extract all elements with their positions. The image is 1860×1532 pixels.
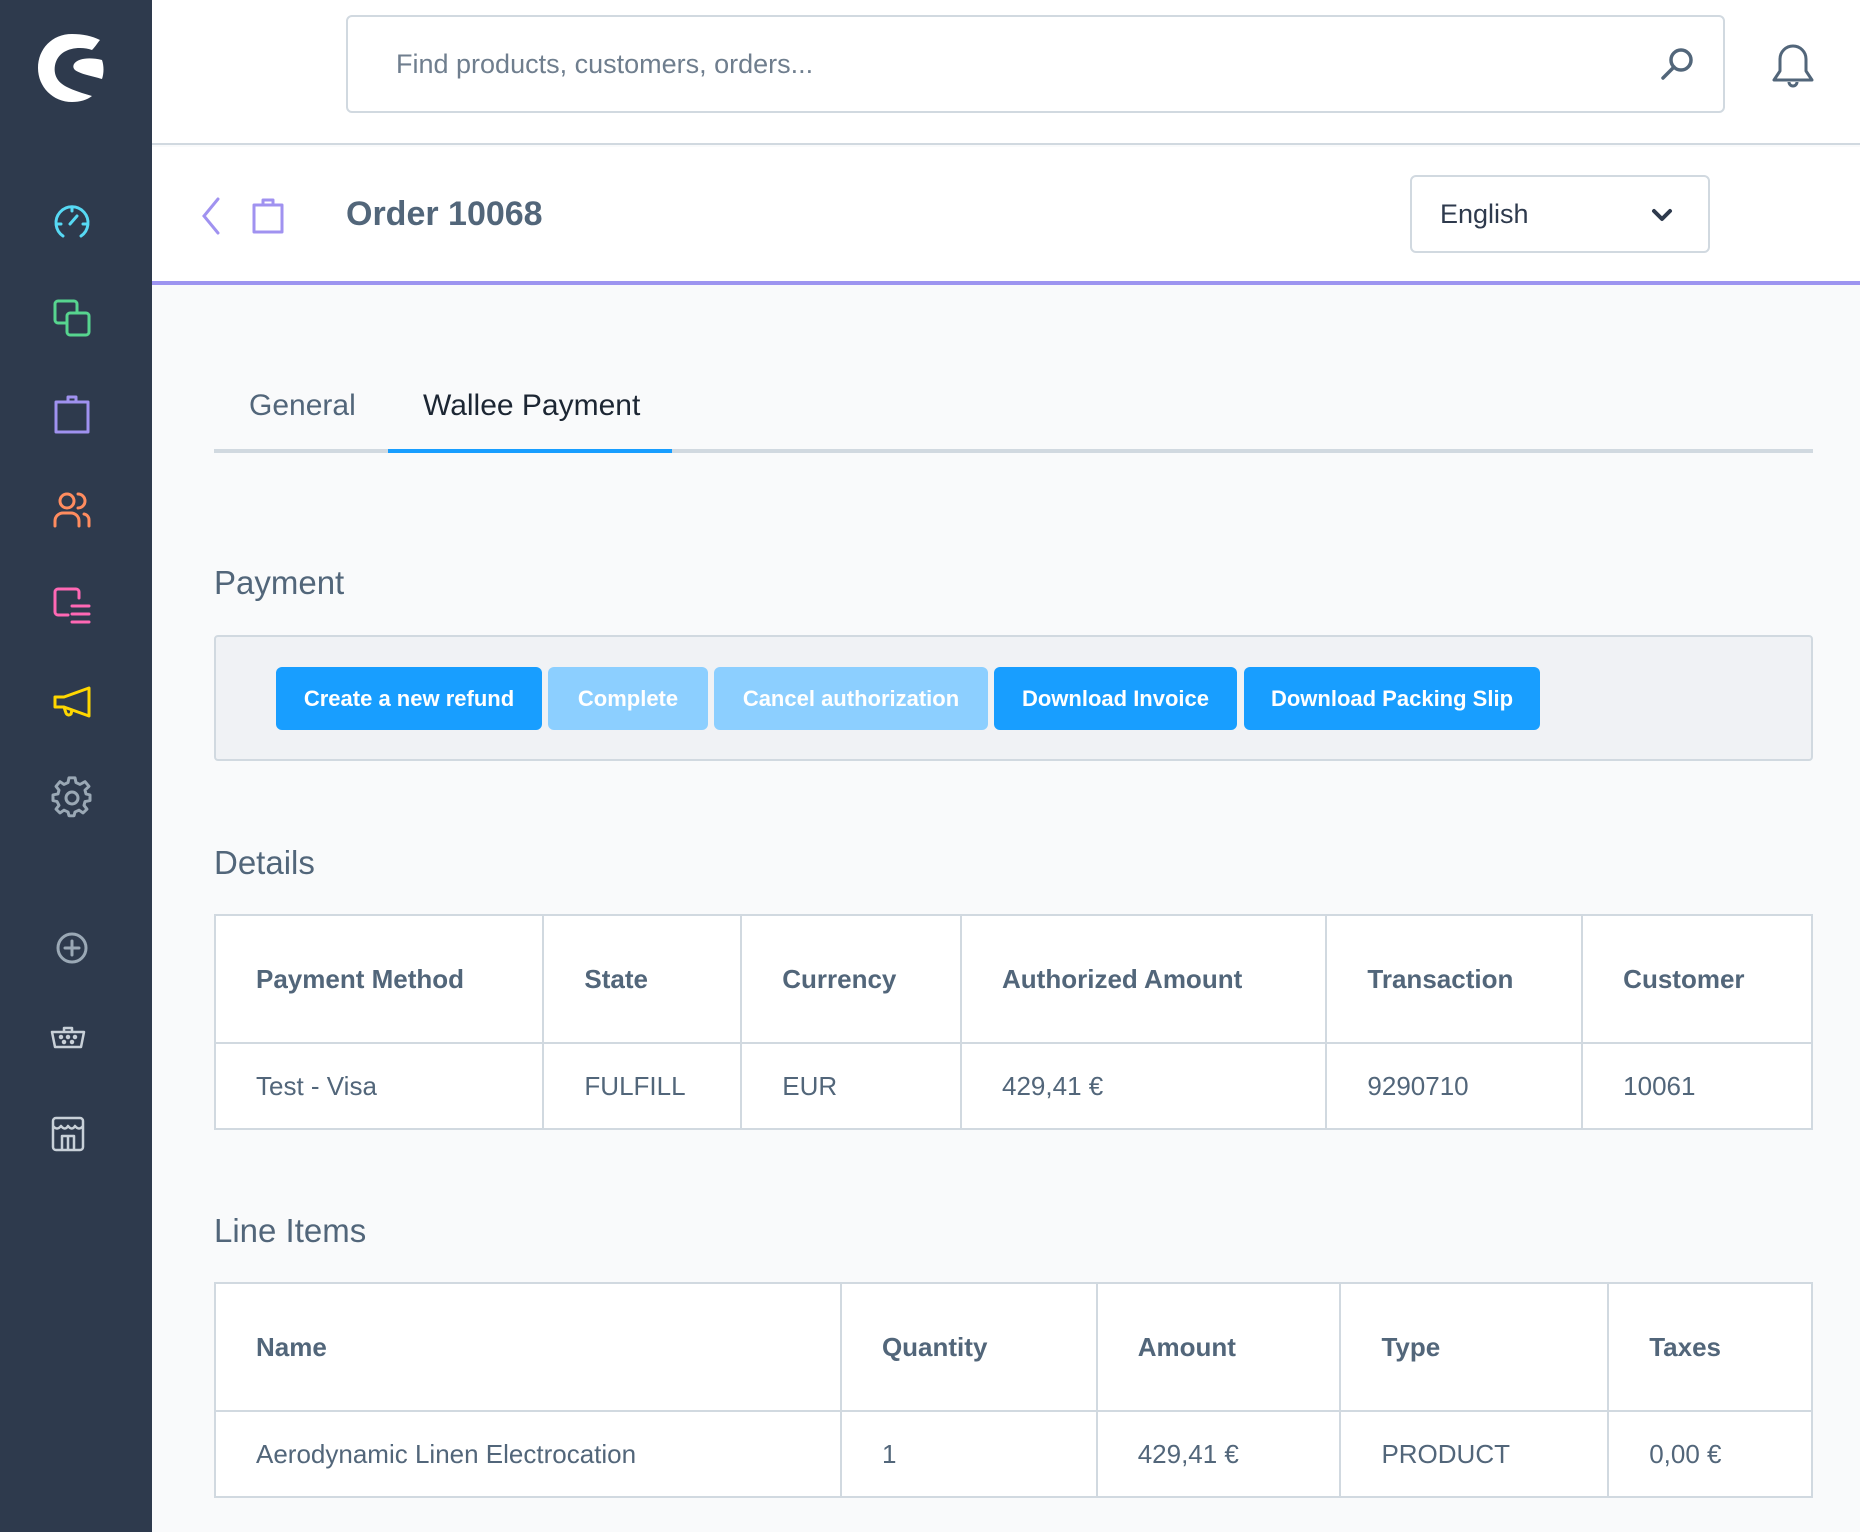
column-header-quantity: Quantity bbox=[839, 1282, 1098, 1412]
users-icon bbox=[53, 492, 91, 528]
cell-amount: 429,41 € bbox=[1095, 1410, 1342, 1498]
cell-customer: 10061 bbox=[1581, 1042, 1813, 1130]
top-bar bbox=[152, 0, 1860, 145]
table-header-row: Name Quantity Amount Type Taxes bbox=[214, 1282, 1813, 1412]
column-header-transaction: Transaction bbox=[1325, 914, 1584, 1044]
tab-general[interactable]: General bbox=[249, 389, 356, 453]
cell-taxes: 0,00 € bbox=[1607, 1410, 1813, 1498]
active-tab-indicator bbox=[388, 449, 672, 453]
page-title: Order 10068 bbox=[346, 195, 543, 233]
cell-authorized-amount: 429,41 € bbox=[960, 1042, 1328, 1130]
download-packing-slip-button[interactable]: Download Packing Slip bbox=[1244, 667, 1540, 730]
column-header-currency: Currency bbox=[740, 914, 963, 1044]
payment-section-title: Payment bbox=[214, 564, 345, 601]
column-header-authorized-amount: Authorized Amount bbox=[960, 914, 1328, 1044]
column-header-taxes: Taxes bbox=[1607, 1282, 1813, 1412]
sidebar-item-add[interactable] bbox=[48, 924, 96, 972]
sidebar-item-orders[interactable] bbox=[48, 390, 96, 438]
column-header-state: State bbox=[542, 914, 743, 1044]
cell-state: FULFILL bbox=[542, 1042, 743, 1130]
line-items-section-title: Line Items bbox=[214, 1212, 367, 1249]
gear-icon bbox=[51, 776, 92, 818]
column-header-payment-method: Payment Method bbox=[213, 914, 545, 1044]
duplicate-icon bbox=[53, 299, 91, 337]
download-invoice-button[interactable]: Download Invoice bbox=[994, 667, 1237, 730]
sidebar-item-catalogues[interactable] bbox=[48, 294, 96, 342]
language-select[interactable]: English bbox=[1410, 175, 1710, 253]
search-input[interactable] bbox=[396, 17, 1596, 111]
table-header-row: Payment Method State Currency Authorized… bbox=[213, 914, 1813, 1044]
cell-payment-method: Test - Visa bbox=[213, 1042, 545, 1130]
tab-wallee-payment[interactable]: Wallee Payment bbox=[423, 389, 640, 453]
details-table: Payment Method State Currency Authorized… bbox=[213, 914, 1813, 1130]
create-refund-button[interactable]: Create a new refund bbox=[276, 667, 542, 730]
tab-bar: General Wallee Payment bbox=[214, 385, 1813, 453]
sidebar bbox=[0, 0, 152, 1532]
cell-transaction: 9290710 bbox=[1325, 1042, 1584, 1130]
back-chevron-icon[interactable] bbox=[198, 195, 224, 237]
sidebar-item-customers[interactable] bbox=[48, 486, 96, 534]
megaphone-icon bbox=[53, 686, 91, 718]
cancel-authorization-button[interactable]: Cancel authorization bbox=[714, 667, 988, 730]
column-header-amount: Amount bbox=[1095, 1282, 1342, 1412]
storefront-icon bbox=[51, 1116, 85, 1152]
shopping-bag-icon bbox=[54, 395, 90, 434]
global-search[interactable] bbox=[346, 15, 1725, 113]
shopware-logo-icon[interactable] bbox=[34, 30, 110, 106]
table-row: Test - Visa FULFILL EUR 429,41 € 9290710… bbox=[213, 1042, 1813, 1130]
gauge-icon bbox=[54, 205, 90, 238]
bell-icon[interactable] bbox=[1769, 40, 1817, 92]
line-items-table: Name Quantity Amount Type Taxes Aerodyna… bbox=[214, 1282, 1813, 1498]
chevron-down-icon bbox=[1652, 209, 1672, 221]
cell-name: Aerodynamic Linen Electrocation bbox=[214, 1410, 842, 1498]
cell-type: PRODUCT bbox=[1339, 1410, 1610, 1498]
language-select-value: English bbox=[1440, 199, 1529, 229]
sidebar-item-marketing[interactable] bbox=[48, 678, 96, 726]
plus-circle-icon bbox=[56, 932, 88, 964]
table-row: Aerodynamic Linen Electrocation 1 429,41… bbox=[214, 1410, 1813, 1498]
cell-quantity: 1 bbox=[839, 1410, 1098, 1498]
sidebar-item-settings[interactable] bbox=[48, 774, 96, 822]
column-header-type: Type bbox=[1339, 1282, 1610, 1412]
sidebar-item-content[interactable] bbox=[48, 582, 96, 630]
sidebar-item-sales-channel[interactable] bbox=[44, 1110, 92, 1158]
sidebar-item-storefront-basket[interactable] bbox=[44, 1014, 92, 1062]
column-header-name: Name bbox=[214, 1282, 842, 1412]
complete-button[interactable]: Complete bbox=[548, 667, 708, 730]
shopping-bag-icon bbox=[252, 198, 284, 234]
column-header-customer: Customer bbox=[1581, 914, 1813, 1044]
page-header: Order 10068 English bbox=[152, 147, 1860, 285]
sidebar-item-dashboard[interactable] bbox=[48, 198, 96, 246]
payment-actions-panel: Create a new refund Complete Cancel auth… bbox=[214, 635, 1813, 761]
basket-icon bbox=[50, 1026, 86, 1049]
search-icon[interactable] bbox=[1657, 45, 1697, 85]
details-section-title: Details bbox=[214, 844, 315, 881]
cell-currency: EUR bbox=[740, 1042, 963, 1130]
content-list-icon bbox=[53, 587, 91, 624]
